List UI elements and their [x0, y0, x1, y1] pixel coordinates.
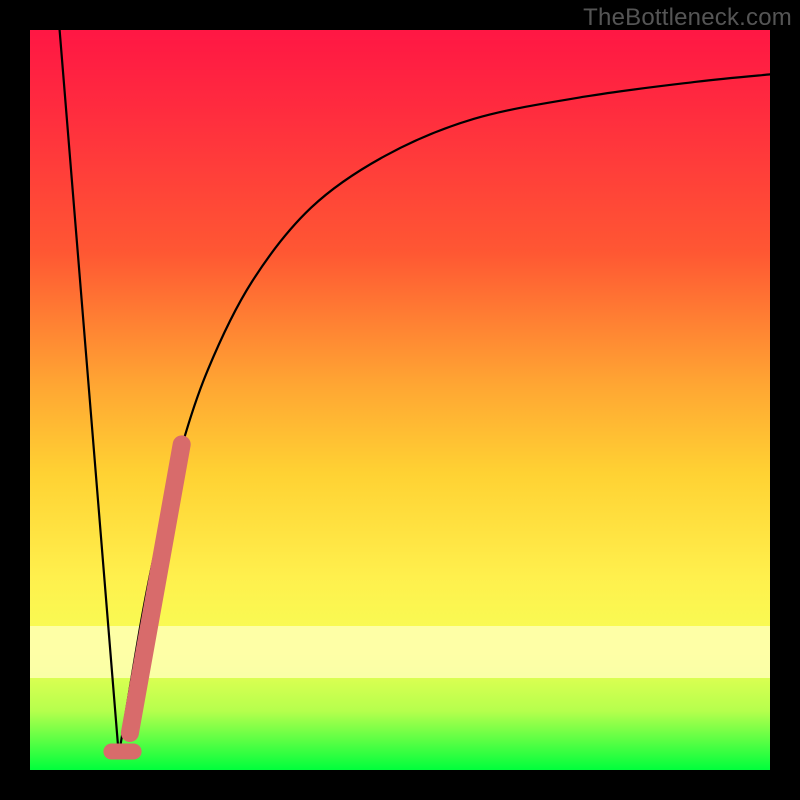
watermark-text: TheBottleneck.com [583, 4, 792, 32]
curve-left-branch [60, 30, 119, 755]
outer-frame: TheBottleneck.com [0, 0, 800, 800]
highlight-segment [130, 444, 182, 733]
curve-layer [30, 30, 770, 770]
curve-right-branch [119, 74, 770, 755]
